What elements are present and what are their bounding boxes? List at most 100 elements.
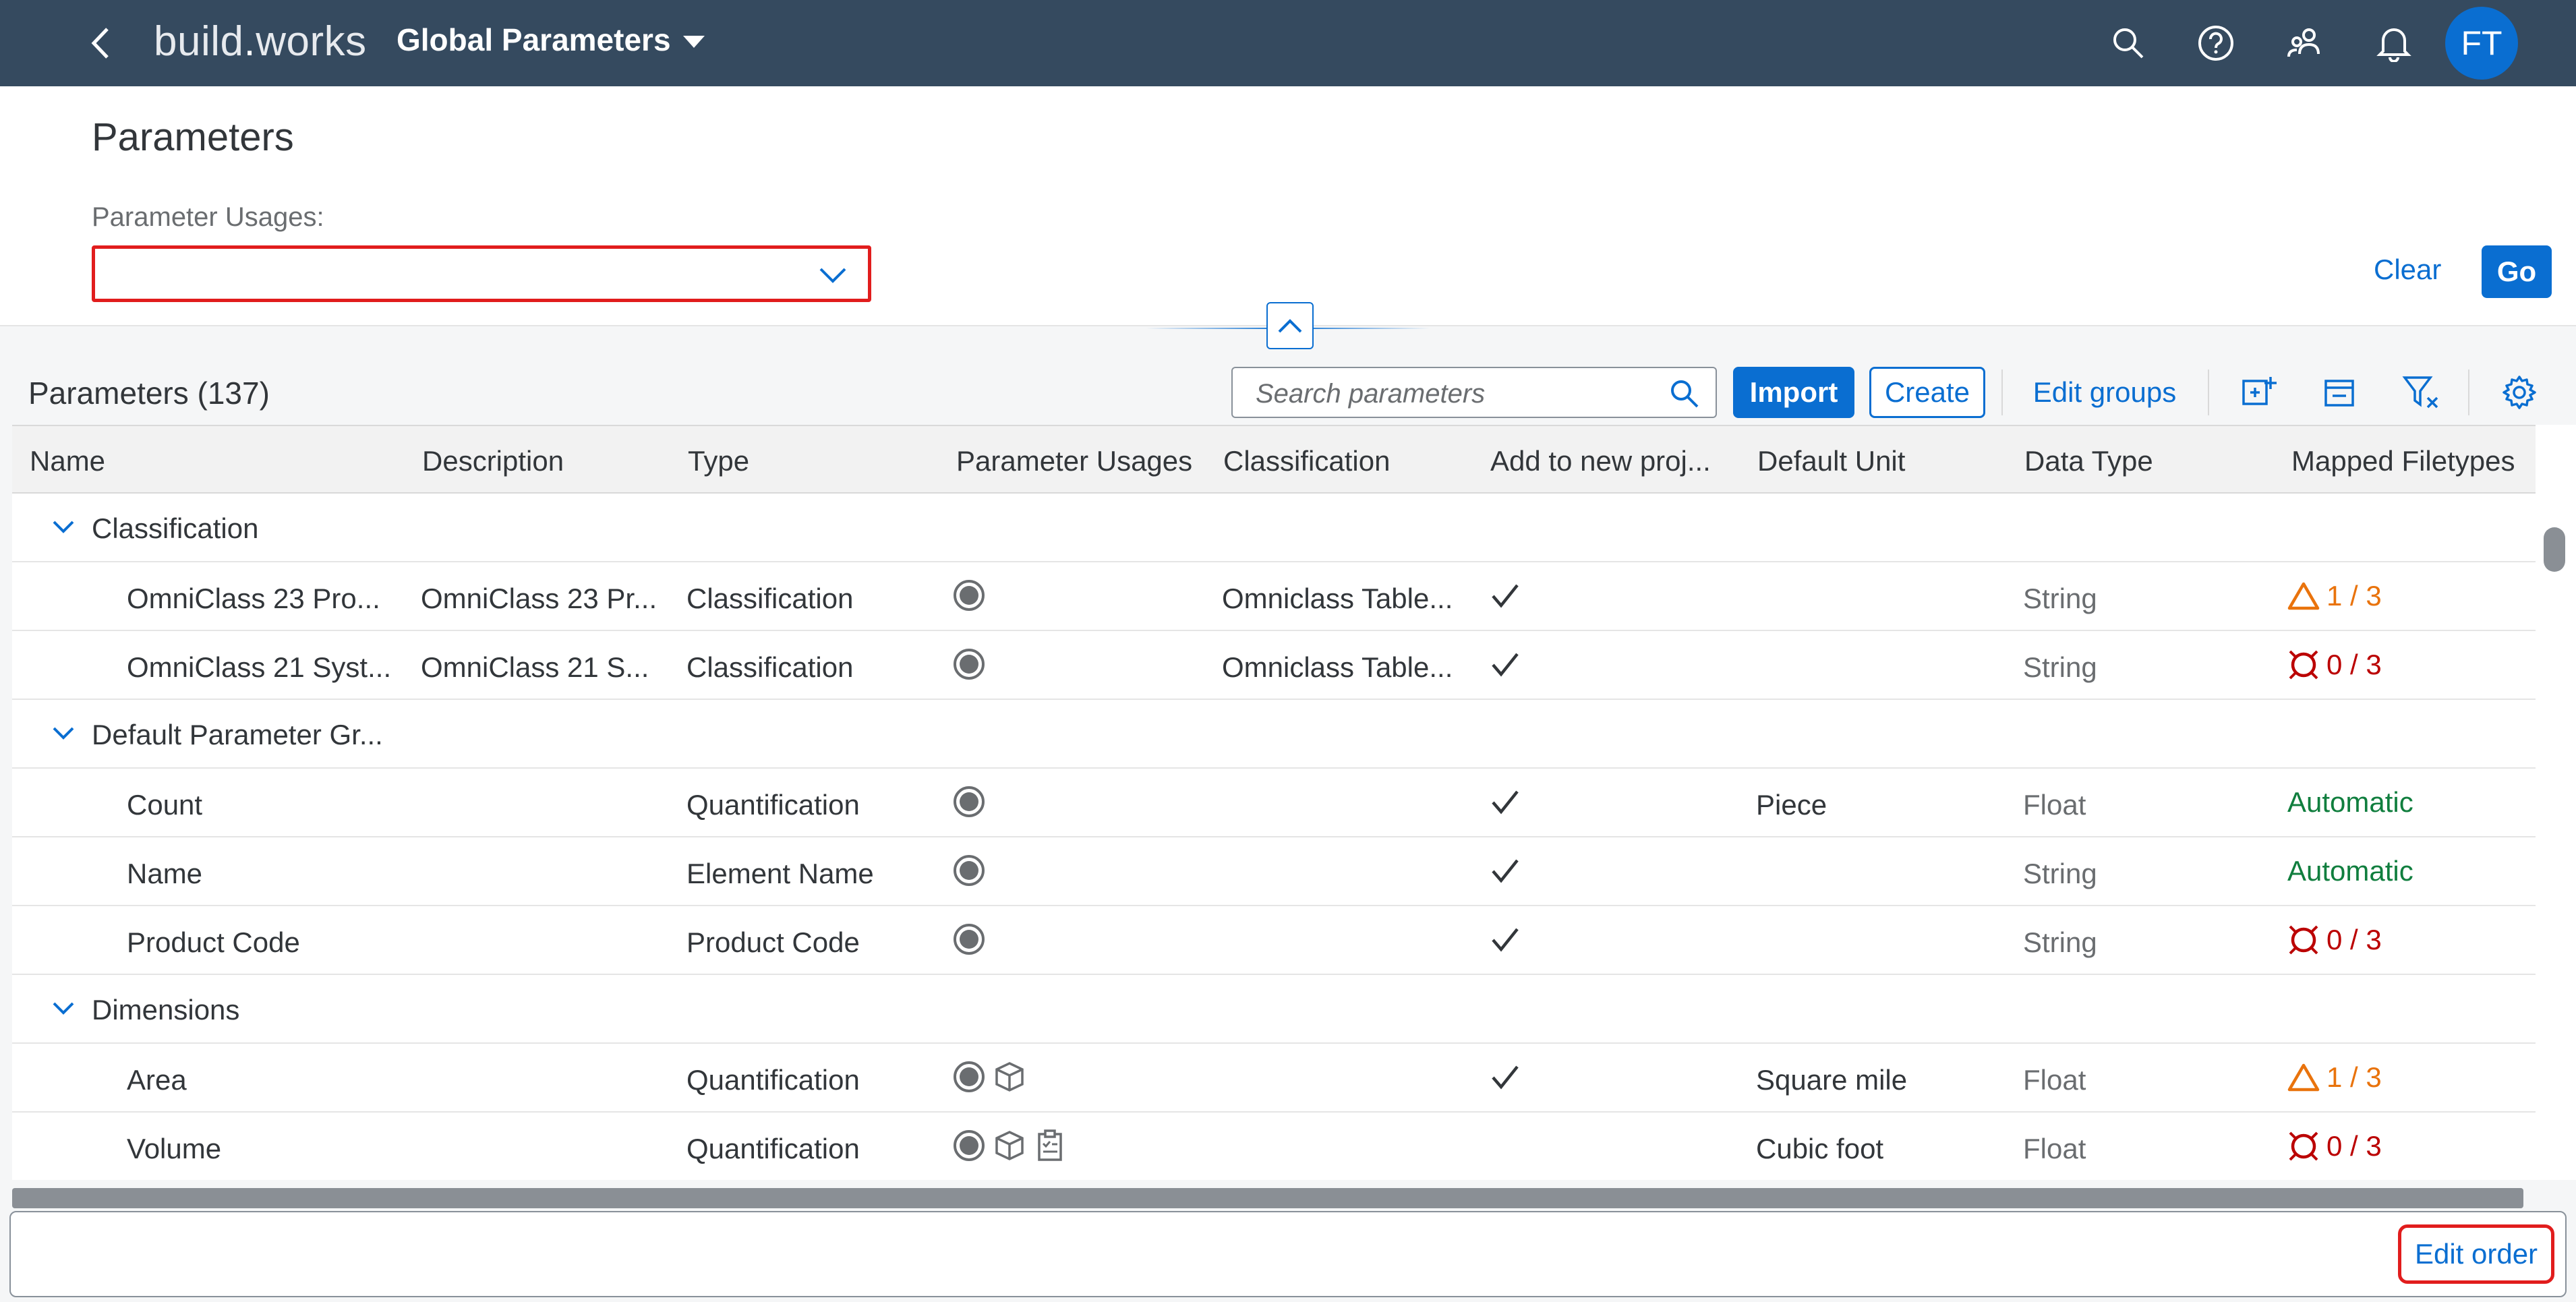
chevron-down-icon[interactable] (50, 720, 77, 750)
mapped-filetypes-value: 1 / 3 (2326, 1061, 2382, 1093)
column-header-default-unit[interactable]: Default Unit (1757, 445, 1905, 477)
clear-button[interactable]: Clear (2374, 254, 2441, 286)
help-icon[interactable] (2192, 19, 2240, 67)
chevron-down-icon[interactable] (50, 514, 77, 544)
table-row[interactable]: Area Quantification Square mile Float 1 … (12, 1044, 2536, 1113)
cell-name: OmniClass 23 Pro... (127, 583, 380, 614)
parameter-usages-label: Parameter Usages: (92, 202, 324, 232)
footer-toolbar (9, 1211, 2567, 1297)
user-avatar[interactable]: FT (2445, 7, 2518, 80)
cell-data-type: String (2023, 926, 2097, 958)
cell-name: Name (127, 858, 203, 889)
chevron-down-icon (818, 261, 848, 291)
add-group-icon[interactable] (2236, 369, 2282, 415)
radio-selected-icon (954, 855, 985, 886)
usage-icons (952, 785, 986, 819)
table-row[interactable]: OmniClass 23 Pro... OmniClass 23 Pr... C… (12, 562, 2536, 631)
column-header-classification[interactable]: Classification (1223, 445, 1390, 477)
table-title: Parameters (137) (28, 376, 270, 411)
mapped-filetypes-status: Automatic (2287, 855, 2413, 887)
create-button[interactable]: Create (1869, 367, 1985, 418)
mapped-filetypes-status: 0 / 3 (2287, 924, 2382, 956)
search-icon[interactable] (1668, 378, 1701, 413)
mapped-filetypes-value: Automatic (2287, 786, 2413, 818)
import-button[interactable]: Import (1733, 367, 1854, 418)
settings-icon[interactable] (2496, 369, 2542, 415)
edit-groups-button[interactable]: Edit groups (2020, 367, 2189, 418)
toolbar-separator (2208, 369, 2209, 415)
radio-selected-icon (954, 786, 985, 817)
cell-data-type: Float (2023, 1064, 2086, 1096)
filter-bar: Parameters Parameter Usages: Clear Go (0, 86, 2576, 326)
radio-selected-icon (954, 580, 985, 611)
clear-filter-icon[interactable] (2398, 369, 2444, 415)
logo-text-build: build (154, 18, 244, 65)
logo-dot: . (243, 18, 256, 65)
usage-icons (952, 854, 986, 887)
page-title: Parameters (92, 115, 294, 159)
parameters-table: Name Description Type Parameter Usages C… (12, 425, 2536, 1180)
toolbar-separator (2468, 369, 2469, 415)
cell-name: Product Code (127, 926, 300, 958)
mapped-filetypes-value: 0 / 3 (2326, 1130, 2382, 1162)
edit-order-button[interactable]: Edit order (2398, 1224, 2554, 1284)
vertical-scrollbar[interactable] (2536, 425, 2576, 1180)
group-row-dimensions[interactable]: Dimensions (12, 975, 2536, 1044)
group-row-default-parameter-group[interactable]: Default Parameter Gr... (12, 700, 2536, 769)
clipboard-icon (1038, 1129, 1062, 1161)
column-header-parameter-usages[interactable]: Parameter Usages (956, 445, 1192, 477)
horizontal-scrollbar[interactable] (12, 1188, 2523, 1208)
mapped-filetypes-status: 1 / 3 (2287, 580, 2382, 612)
cube-icon (995, 1131, 1024, 1160)
vertical-scroll-thumb[interactable] (2544, 527, 2565, 572)
group-row-classification[interactable]: Classification (12, 494, 2536, 562)
table-row[interactable]: Name Element Name String Automatic (12, 837, 2536, 906)
app-logo[interactable]: build.works (154, 18, 367, 65)
column-header-description[interactable]: Description (422, 445, 564, 477)
mapped-filetypes-status: 0 / 3 (2287, 1130, 2382, 1162)
cell-name: Count (127, 789, 203, 821)
bell-icon[interactable] (2370, 19, 2418, 67)
back-icon[interactable] (80, 23, 120, 63)
cell-classification: Omniclass Table... (1222, 651, 1453, 683)
column-header-type[interactable]: Type (688, 445, 749, 477)
mapped-filetypes-value: Automatic (2287, 855, 2413, 887)
shell-bar: build.works Global Parameters FT (0, 0, 2576, 86)
table-row[interactable]: Product Code Product Code String 0 / 3 (12, 906, 2536, 975)
column-header-name[interactable]: Name (30, 445, 105, 477)
go-button[interactable]: Go (2482, 245, 2552, 298)
search-placeholder: Search parameters (1256, 379, 1486, 409)
table-header: Name Description Type Parameter Usages C… (12, 425, 2536, 494)
table-row[interactable]: Count Quantification Piece Float Automat… (12, 769, 2536, 837)
checkmark-icon (1490, 650, 1520, 683)
column-header-data-type[interactable]: Data Type (2024, 445, 2153, 477)
cell-default-unit: Cubic foot (1756, 1133, 1884, 1164)
cell-type: Quantification (686, 789, 860, 821)
error-icon (2289, 650, 2318, 680)
column-header-add-to-new-project[interactable]: Add to new proj... (1490, 445, 1711, 477)
app-title-menu[interactable]: Global Parameters (397, 22, 705, 58)
cell-name: OmniClass 21 Syst... (127, 651, 392, 683)
search-icon[interactable] (2104, 19, 2153, 67)
collapse-header-button[interactable] (1266, 302, 1314, 349)
table-row[interactable]: Volume Quantification Cubic foot Float 0… (12, 1113, 2536, 1180)
cell-type: Classification (686, 651, 854, 683)
mapped-filetypes-status: Automatic (2287, 786, 2413, 819)
table-row[interactable]: OmniClass 21 Syst... OmniClass 21 S... C… (12, 631, 2536, 700)
warning-icon (2287, 1063, 2320, 1092)
search-parameters-input[interactable]: Search parameters (1231, 367, 1717, 418)
chevron-down-icon[interactable] (50, 995, 77, 1026)
column-header-mapped-filetypes[interactable]: Mapped Filetypes (2291, 445, 2515, 477)
warning-icon (2287, 582, 2320, 610)
users-icon[interactable] (2281, 19, 2329, 67)
cell-type: Product Code (686, 926, 860, 958)
group-label: Default Parameter Gr... (92, 719, 383, 750)
remove-group-icon[interactable] (2317, 369, 2363, 415)
mapped-filetypes-status: 0 / 3 (2287, 649, 2382, 681)
cell-description: OmniClass 23 Pr... (421, 583, 657, 614)
parameter-usages-select[interactable] (92, 245, 871, 302)
mapped-filetypes-value: 1 / 3 (2326, 580, 2382, 612)
radio-selected-icon (954, 924, 985, 955)
usage-icons (952, 579, 986, 612)
checkmark-icon (1490, 1063, 1520, 1096)
